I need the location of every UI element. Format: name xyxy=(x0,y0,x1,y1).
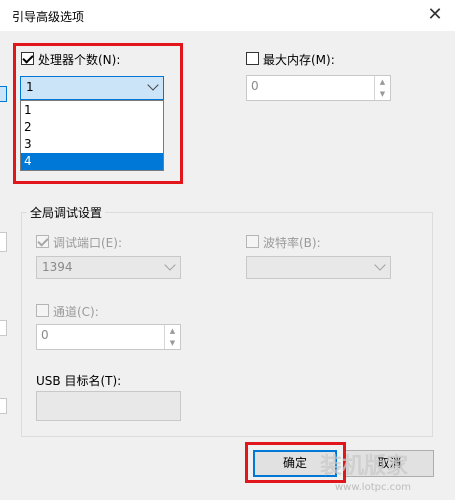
spin-arrows-icon[interactable]: ▲ ▼ xyxy=(374,76,390,100)
spin-down-icon[interactable]: ▼ xyxy=(165,337,180,349)
usb-target-field[interactable] xyxy=(36,391,181,421)
usb-target-label: USB 目标名(T): xyxy=(36,374,122,388)
channel-value: 0 xyxy=(41,328,49,342)
title-bar: 引导高级选项 ✕ xyxy=(0,0,455,31)
debug-port-checkbox[interactable] xyxy=(36,235,49,248)
channel-stepper[interactable]: 0 ▲ ▼ xyxy=(36,324,181,350)
baud-rate-checkbox[interactable] xyxy=(246,235,259,248)
debug-port-select[interactable]: 1394 xyxy=(36,256,181,279)
background-window-edge xyxy=(0,232,7,252)
window-title: 引导高级选项 xyxy=(12,10,85,24)
close-icon[interactable]: ✕ xyxy=(425,5,445,25)
baud-rate-select[interactable] xyxy=(246,256,391,279)
spin-arrows-icon[interactable]: ▲ ▼ xyxy=(164,325,180,349)
spin-up-icon[interactable]: ▲ xyxy=(165,325,180,337)
watermark-text: 装机版家 xyxy=(320,454,409,479)
debug-port-label: 调试端口(E): xyxy=(53,236,122,250)
max-memory-value: 0 xyxy=(251,79,259,93)
channel-checkbox[interactable] xyxy=(36,304,49,317)
baud-rate-label: 波特率(B): xyxy=(263,236,321,250)
max-memory-checkbox[interactable] xyxy=(246,52,259,65)
background-window-edge xyxy=(0,398,7,414)
watermark-url: www.lotpc.com xyxy=(335,482,411,493)
chevron-down-icon[interactable] xyxy=(374,259,386,271)
background-window-edge xyxy=(0,86,7,102)
background-window-edge xyxy=(0,320,7,336)
chevron-down-icon[interactable] xyxy=(164,259,176,271)
max-memory-label: 最大内存(M): xyxy=(263,53,335,67)
max-memory-stepper[interactable]: 0 ▲ ▼ xyxy=(246,75,391,101)
channel-label: 通道(C): xyxy=(53,305,99,319)
debug-port-value: 1394 xyxy=(42,260,73,274)
processor-highlight-box xyxy=(13,43,183,184)
spin-up-icon[interactable]: ▲ xyxy=(375,76,390,88)
debug-settings-title: 全局调试设置 xyxy=(27,204,106,221)
spin-down-icon[interactable]: ▼ xyxy=(375,88,390,100)
